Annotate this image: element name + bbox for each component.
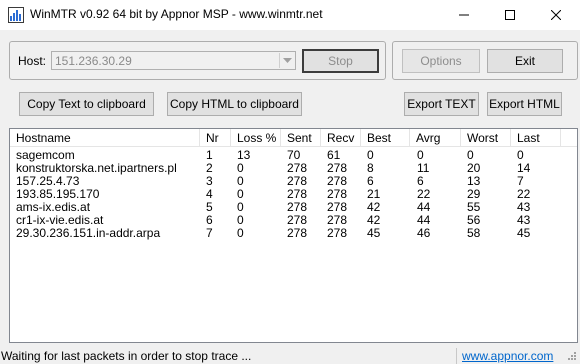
status-message: Waiting for last packets in order to sto…	[1, 349, 252, 363]
status-divider	[456, 348, 457, 364]
title-bar[interactable]: WinMTR v0.92 64 bit by Appnor MSP - www.…	[0, 0, 580, 30]
column-header-loss[interactable]: Loss %	[231, 129, 281, 147]
cell-nr: 7	[206, 226, 213, 240]
export-html-button[interactable]: Export HTML	[487, 92, 562, 116]
minimize-button[interactable]	[441, 0, 487, 30]
options-button-label: Options	[420, 54, 462, 68]
cell-best: 45	[367, 226, 381, 240]
minimize-icon	[459, 14, 469, 16]
copy-html-button-label: Copy HTML to clipboard	[170, 97, 299, 111]
copy-text-button[interactable]: Copy Text to clipboard	[19, 92, 154, 116]
stop-button[interactable]: Stop	[302, 49, 379, 73]
stop-button-label: Stop	[328, 54, 353, 68]
exit-button-label: Exit	[514, 54, 535, 68]
host-combobox-value: 151.236.30.29	[55, 54, 132, 68]
maximize-button[interactable]	[487, 0, 533, 30]
cell-recv: 278	[327, 226, 348, 240]
column-header-worst[interactable]: Worst	[461, 129, 511, 147]
cell-last: 45	[517, 226, 531, 240]
column-header-hostname[interactable]: Hostname	[10, 129, 200, 147]
cell-avrg: 46	[417, 226, 431, 240]
close-button[interactable]	[533, 0, 579, 30]
column-header-best[interactable]: Best	[361, 129, 410, 147]
options-button[interactable]: Options	[402, 49, 480, 73]
exit-button[interactable]: Exit	[487, 49, 563, 73]
appnor-link[interactable]: www.appnor.com	[462, 349, 553, 363]
export-html-button-label: Export HTML	[489, 97, 560, 111]
column-header-nr[interactable]: Nr	[200, 129, 231, 147]
host-label: Host:	[18, 54, 47, 68]
column-header-recv[interactable]: Recv	[321, 129, 361, 147]
export-text-button[interactable]: Export TEXT	[404, 92, 479, 116]
table-row[interactable]: 29.30.236.151.in-addr.arpa 7 0 278 278 4…	[10, 227, 577, 240]
cell-worst: 58	[467, 226, 481, 240]
host-combobox[interactable]: 151.236.30.29	[51, 51, 296, 70]
resize-grip-icon[interactable]	[565, 349, 577, 361]
results-table[interactable]: Hostname Nr Loss % Sent Recv Best Avrg W…	[9, 128, 578, 343]
export-text-button-label: Export TEXT	[407, 97, 476, 111]
winmtr-app-icon	[8, 7, 24, 23]
cell-sent: 278	[287, 226, 308, 240]
cell-loss: 0	[237, 226, 244, 240]
status-bar: Waiting for last packets in order to sto…	[0, 346, 580, 364]
chevron-down-icon[interactable]	[279, 53, 294, 68]
cell-hostname: 29.30.236.151.in-addr.arpa	[16, 226, 161, 240]
column-header-sent[interactable]: Sent	[281, 129, 321, 147]
copy-text-button-label: Copy Text to clipboard	[27, 97, 146, 111]
maximize-icon	[505, 10, 515, 20]
column-header-avrg[interactable]: Avrg	[410, 129, 461, 147]
copy-html-button[interactable]: Copy HTML to clipboard	[167, 92, 302, 116]
column-header-last[interactable]: Last	[511, 129, 561, 147]
close-icon	[551, 10, 561, 20]
window-title: WinMTR v0.92 64 bit by Appnor MSP - www.…	[30, 7, 323, 21]
table-header: Hostname Nr Loss % Sent Recv Best Avrg W…	[10, 129, 577, 147]
